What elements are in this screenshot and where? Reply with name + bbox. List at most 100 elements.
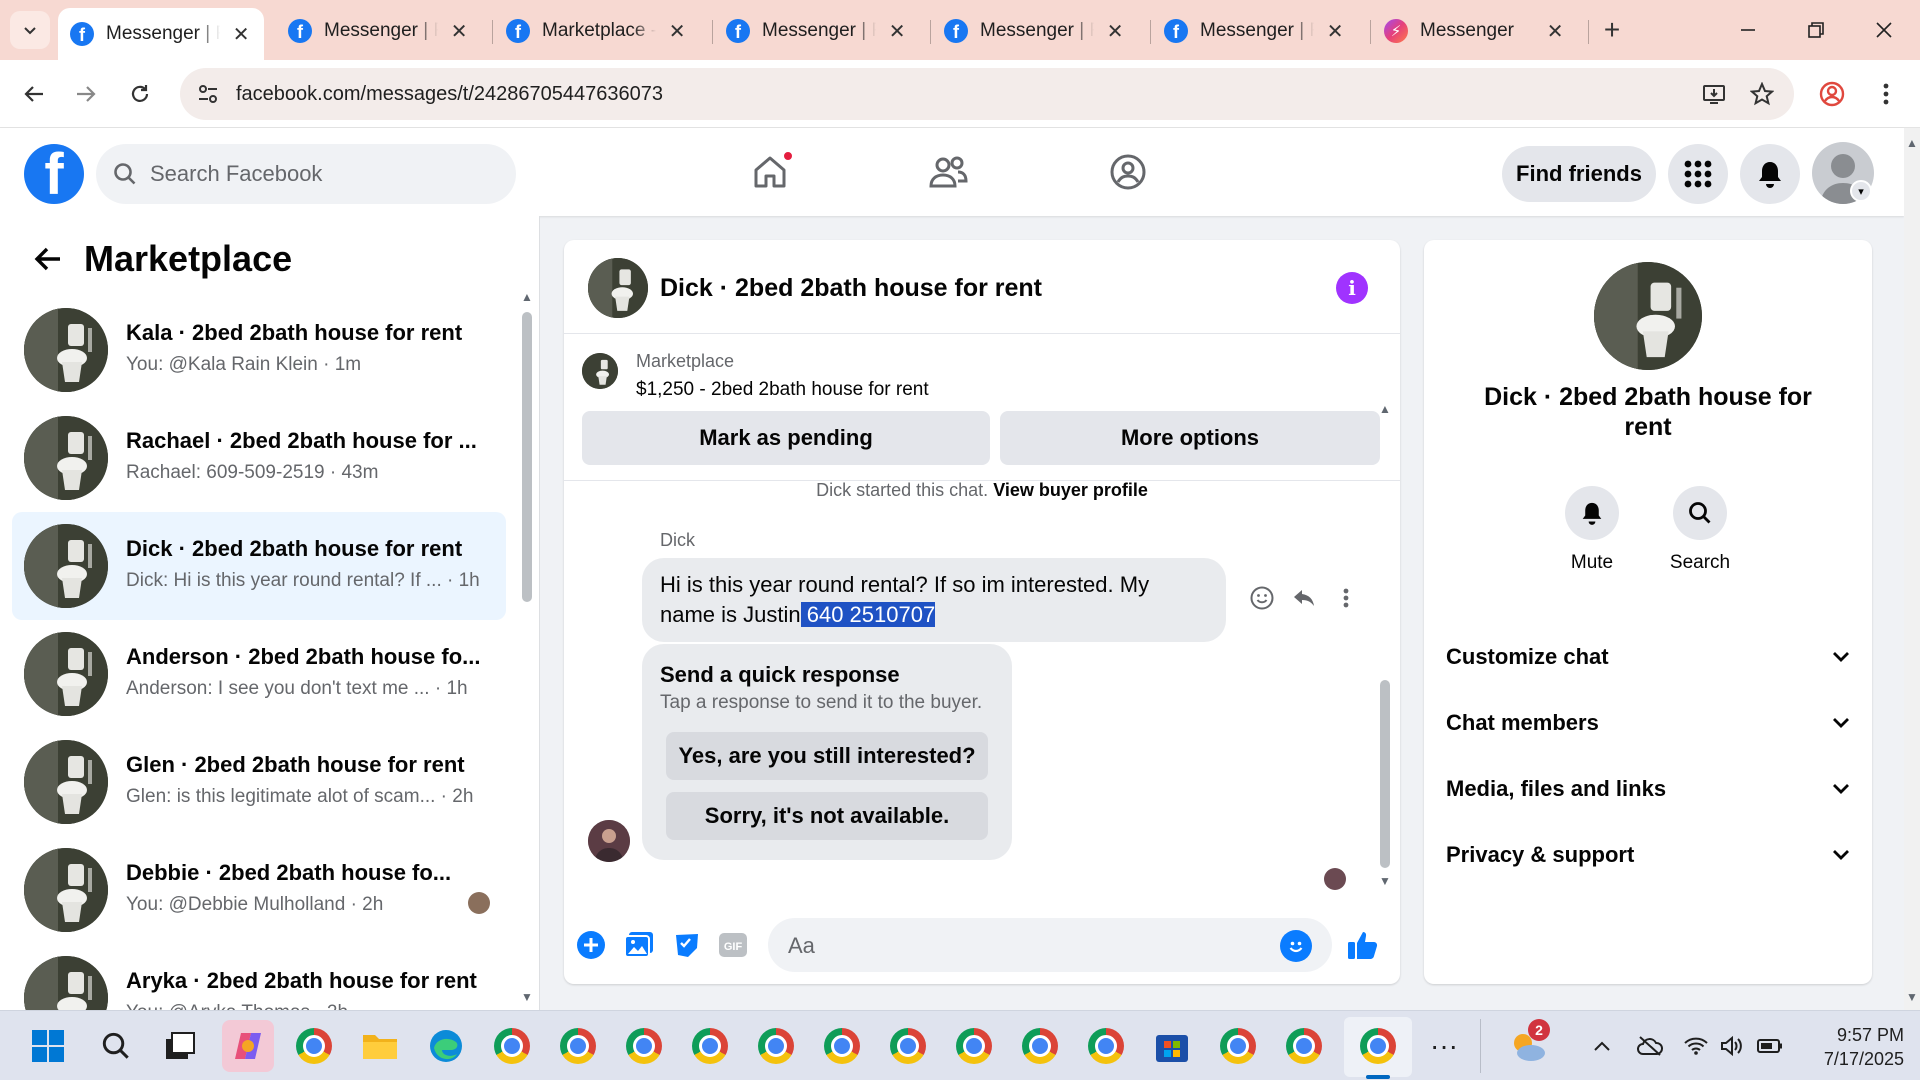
- profile-button[interactable]: [1812, 74, 1852, 114]
- taskbar-chrome[interactable]: [820, 1024, 864, 1068]
- scroll-up-arrow[interactable]: ▲: [1906, 136, 1918, 150]
- conversation-scrollbar[interactable]: [1380, 680, 1390, 868]
- scroll-down-arrow[interactable]: ▼: [1379, 874, 1391, 888]
- emoji-button[interactable]: [1280, 930, 1312, 962]
- scroll-down-arrow[interactable]: ▼: [1906, 990, 1918, 1004]
- customize-chat-row[interactable]: Customize chat: [1446, 632, 1850, 682]
- browser-tab-1[interactable]: f Messenger | Facebook ✕: [58, 8, 264, 60]
- message-more-button[interactable]: [1330, 582, 1362, 614]
- browser-tab-4[interactable]: f Messenger | Facebook ✕: [714, 8, 920, 54]
- attach-photo-button[interactable]: [622, 928, 656, 962]
- like-send-button[interactable]: [1346, 928, 1380, 962]
- show-hidden-icons-button[interactable]: [1580, 1024, 1624, 1068]
- listing-thumbnail[interactable]: [582, 353, 618, 389]
- microsoft-store-button[interactable]: [1150, 1024, 1194, 1068]
- conversation-avatar[interactable]: [588, 258, 648, 318]
- tab-close-icon[interactable]: ✕: [666, 19, 688, 44]
- info-avatar[interactable]: [1594, 262, 1702, 370]
- taskbar-chrome[interactable]: [556, 1024, 600, 1068]
- tab-close-icon[interactable]: ✕: [1104, 19, 1126, 44]
- scroll-up-arrow[interactable]: ▲: [521, 290, 533, 304]
- taskbar-chrome[interactable]: [1018, 1024, 1062, 1068]
- scroll-down-arrow[interactable]: ▼: [521, 990, 533, 1004]
- tab-close-icon[interactable]: ✕: [886, 19, 908, 44]
- search-input[interactable]: Search Facebook: [96, 144, 516, 204]
- menu-button[interactable]: [1668, 144, 1728, 204]
- taskbar-chrome[interactable]: [490, 1024, 534, 1068]
- restore-button[interactable]: [1796, 12, 1836, 48]
- new-tab-button[interactable]: +: [1592, 12, 1632, 48]
- chat-list-item-active[interactable]: Dick · 2bed 2bath house for rent Dick: H…: [12, 512, 506, 620]
- edge-button[interactable]: [424, 1024, 468, 1068]
- quick-response-sorry-button[interactable]: Sorry, it's not available.: [666, 792, 988, 840]
- task-view-button[interactable]: [158, 1024, 202, 1068]
- system-clock[interactable]: 9:57 PM 7/17/2025: [1804, 1023, 1904, 1071]
- more-options-button[interactable]: More options: [1000, 411, 1380, 465]
- info-icon[interactable]: i: [1336, 272, 1368, 304]
- taskbar-chrome[interactable]: [622, 1024, 666, 1068]
- address-bar[interactable]: facebook.com/messages/t/2428670544763607…: [180, 68, 1794, 120]
- taskbar-chrome[interactable]: [1216, 1024, 1260, 1068]
- reload-button[interactable]: [120, 74, 160, 114]
- file-explorer-button[interactable]: [358, 1024, 402, 1068]
- chat-members-row[interactable]: Chat members: [1446, 698, 1850, 748]
- chat-list-item[interactable]: Aryka · 2bed 2bath house for rent You: @…: [12, 944, 506, 1010]
- groups-nav-button[interactable]: [1106, 150, 1150, 194]
- tab-close-icon[interactable]: ✕: [1324, 19, 1346, 44]
- view-buyer-profile-link[interactable]: View buyer profile: [993, 480, 1148, 500]
- tab-close-icon[interactable]: ✕: [448, 19, 470, 44]
- bookmark-button[interactable]: [1742, 74, 1782, 114]
- onedrive-button[interactable]: [1628, 1024, 1672, 1068]
- privacy-support-row[interactable]: Privacy & support: [1446, 830, 1850, 880]
- scroll-up-arrow[interactable]: ▲: [1379, 402, 1391, 416]
- browser-tab-5[interactable]: f Messenger | Facebook ✕: [932, 8, 1138, 54]
- minimize-button[interactable]: [1728, 12, 1768, 48]
- battery-button[interactable]: [1748, 1024, 1792, 1068]
- chat-list-item[interactable]: Glen · 2bed 2bath house for rent Glen: i…: [12, 728, 506, 836]
- taskbar-chrome[interactable]: [886, 1024, 930, 1068]
- mark-as-pending-button[interactable]: Mark as pending: [582, 411, 990, 465]
- copilot-button[interactable]: [222, 1020, 274, 1072]
- back-button[interactable]: [28, 239, 68, 279]
- taskbar-search-button[interactable]: [94, 1024, 138, 1068]
- listing-price-title[interactable]: $1,250 - 2bed 2bath house for rent: [636, 379, 929, 401]
- notifications-button[interactable]: [1740, 144, 1800, 204]
- start-button[interactable]: [26, 1024, 70, 1068]
- mute-button[interactable]: Mute: [1552, 486, 1632, 574]
- tab-close-icon[interactable]: ✕: [1544, 19, 1566, 44]
- taskbar-chrome[interactable]: [952, 1024, 996, 1068]
- buyer-avatar[interactable]: [588, 820, 630, 862]
- browser-tab-7[interactable]: ⚡ Messenger ✕: [1372, 8, 1578, 54]
- site-info-button[interactable]: [188, 74, 228, 114]
- overflow-button[interactable]: ···: [1422, 1024, 1466, 1068]
- taskbar-chrome[interactable]: [1282, 1024, 1326, 1068]
- facebook-logo[interactable]: f: [24, 144, 84, 204]
- taskbar-chrome[interactable]: [1084, 1024, 1128, 1068]
- chat-list-item[interactable]: Rachael · 2bed 2bath house for ... Racha…: [12, 404, 506, 512]
- install-app-button[interactable]: [1694, 74, 1734, 114]
- friends-nav-button[interactable]: [926, 150, 970, 194]
- chevron-down-icon[interactable]: ▾: [1850, 180, 1872, 202]
- conversation-title[interactable]: Dick · 2bed 2bath house for rent: [660, 274, 1042, 303]
- close-window-button[interactable]: [1864, 12, 1904, 48]
- chat-list-item[interactable]: Kala · 2bed 2bath house for rent You: @K…: [12, 296, 506, 404]
- tab-close-icon[interactable]: ✕: [230, 22, 252, 47]
- taskbar-chrome-active[interactable]: [1356, 1024, 1400, 1068]
- taskbar-chrome[interactable]: [754, 1024, 798, 1068]
- chat-list-item[interactable]: Anderson · 2bed 2bath house fo... Anders…: [12, 620, 506, 728]
- react-button[interactable]: [1246, 582, 1278, 614]
- back-button[interactable]: [14, 74, 54, 114]
- sticker-button[interactable]: [670, 928, 704, 962]
- taskbar-chrome[interactable]: [292, 1024, 336, 1068]
- browser-menu-button[interactable]: [1866, 74, 1906, 114]
- forward-button[interactable]: [66, 74, 106, 114]
- quick-response-yes-button[interactable]: Yes, are you still interested?: [666, 732, 988, 780]
- page-scrollbar[interactable]: ▲ ▼: [1904, 128, 1920, 1010]
- tab-search-dropdown-button[interactable]: [10, 11, 50, 49]
- browser-tab-3[interactable]: f Marketplace - Facebook ✕: [494, 8, 700, 54]
- reply-button[interactable]: [1288, 582, 1320, 614]
- search-in-conversation-button[interactable]: Search: [1660, 486, 1740, 574]
- chat-list-item[interactable]: Debbie · 2bed 2bath house fo... You: @De…: [12, 836, 506, 944]
- media-files-links-row[interactable]: Media, files and links: [1446, 764, 1850, 814]
- more-actions-button[interactable]: [574, 928, 608, 962]
